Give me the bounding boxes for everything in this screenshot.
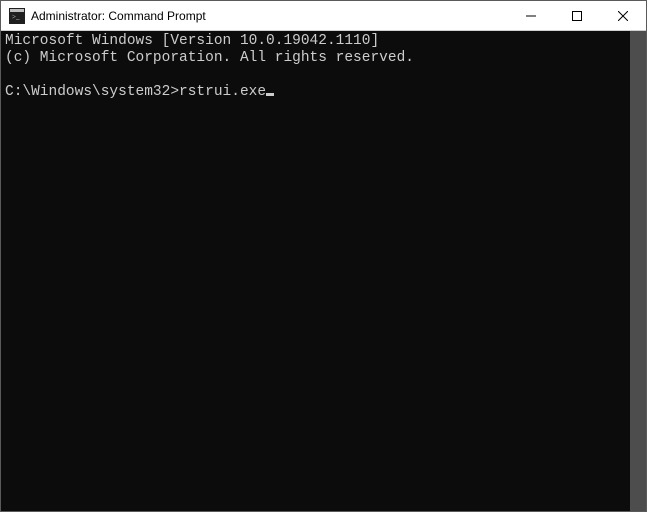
close-button[interactable]: [600, 1, 646, 30]
command-prompt-window: >_ Administrator: Command Prompt Microso…: [0, 0, 647, 512]
scrollbar-thumb[interactable]: [630, 31, 646, 511]
window-title: Administrator: Command Prompt: [31, 9, 206, 23]
window-controls: [508, 1, 646, 30]
cursor: [266, 93, 274, 96]
cmd-icon: >_: [9, 8, 25, 24]
titlebar[interactable]: >_ Administrator: Command Prompt: [1, 1, 646, 31]
terminal[interactable]: Microsoft Windows [Version 10.0.19042.11…: [1, 31, 630, 511]
terminal-line: Microsoft Windows [Version 10.0.19042.11…: [5, 33, 379, 49]
prompt-line: C:\Windows\system32>rstrui.exe: [5, 84, 274, 100]
command-input[interactable]: rstrui.exe: [179, 84, 266, 100]
svg-text:>_: >_: [12, 13, 20, 21]
terminal-line: (c) Microsoft Corporation. All rights re…: [5, 50, 414, 66]
terminal-area: Microsoft Windows [Version 10.0.19042.11…: [1, 31, 646, 511]
prompt: C:\Windows\system32>: [5, 84, 179, 100]
minimize-button[interactable]: [508, 1, 554, 30]
maximize-button[interactable]: [554, 1, 600, 30]
vertical-scrollbar[interactable]: [630, 31, 646, 511]
